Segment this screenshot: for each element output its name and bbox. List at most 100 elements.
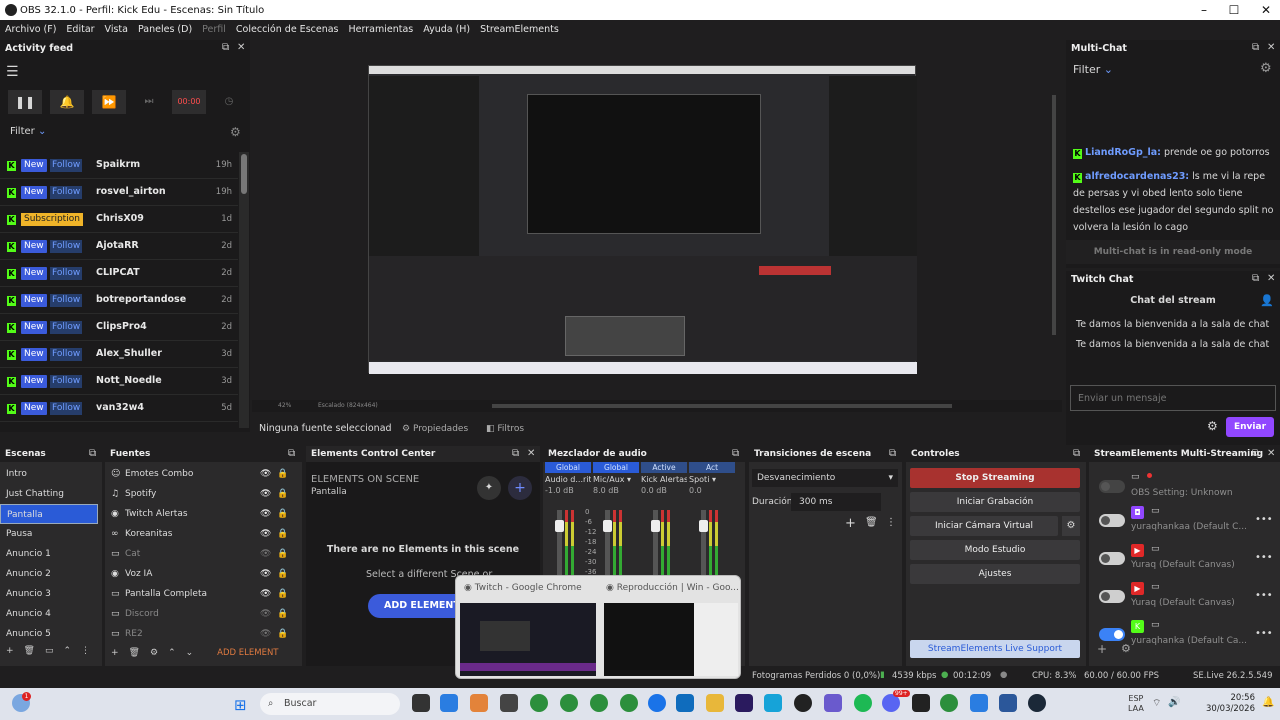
chrome-icon[interactable] [620,694,638,712]
lock-icon[interactable]: 🔒 [277,564,288,584]
pause-icon[interactable]: ❚❚ [8,90,42,114]
steam-icon[interactable] [1028,694,1046,712]
more-icon[interactable]: ••• [1255,552,1273,563]
maximize-icon[interactable]: ☐ [1218,0,1250,20]
gear-icon[interactable]: ⚙ [1121,642,1131,655]
scene-item[interactable]: Pausa [0,524,98,544]
visibility-eye-icon[interactable]: 👁 [260,624,271,644]
clock[interactable]: 20:56 30/03/2026 [1206,693,1255,715]
thumb-title-2[interactable]: ◉ Reproducción | Win - Goo... [606,583,739,593]
up-icon[interactable]: ⌃ [168,648,176,658]
preview-scrollbar[interactable] [1052,95,1056,335]
language-indicator[interactable]: ESP LAA [1128,694,1144,714]
more-icon[interactable]: ••• [1255,514,1273,525]
close-dock-icon[interactable]: ✕ [1267,273,1275,284]
app-icon[interactable] [824,694,842,712]
scrollbar[interactable] [239,152,249,428]
visibility-eye-icon[interactable]: 👁 [260,564,271,584]
hamburger-icon[interactable]: ☰ [6,64,19,80]
float-icon[interactable]: ⧉ [512,448,519,459]
lock-icon[interactable]: 🔒 [277,624,288,644]
add-icon[interactable]: + [1097,642,1107,656]
spotify-icon[interactable] [854,694,872,712]
windows-start-icon[interactable]: ⊞ [234,696,247,714]
menu-item[interactable]: Editar [66,24,94,35]
source-item[interactable]: ▭ RE2 👁 🔒 [105,624,302,644]
filter-dropdown[interactable]: Filter ⌄ [1073,63,1113,76]
source-item[interactable]: ♫ Spotify 👁 🔒 [105,484,302,504]
float-icon[interactable]: ⧉ [288,448,295,459]
scene-item[interactable]: Intro [0,464,98,484]
edge-icon[interactable] [440,694,458,712]
capcut-icon[interactable] [912,694,930,712]
source-item[interactable]: ▭ Pantalla Completa 👁 🔒 [105,584,302,604]
float-icon[interactable]: ⧉ [889,448,896,459]
scene-item[interactable]: Just Chatting [0,484,98,504]
feed-row[interactable]: K New Follow CLIPCAT 2d [0,260,238,287]
source-item[interactable]: ◉ Twitch Alertas 👁 🔒 [105,504,302,524]
obs-icon[interactable] [794,694,812,712]
add-icon[interactable]: + [508,476,532,500]
chrome-icon[interactable] [530,694,548,712]
close-icon[interactable]: ✕ [1250,0,1280,20]
more-icon[interactable]: ••• [1255,590,1273,601]
word-icon[interactable] [999,694,1017,712]
filters-button[interactable]: ◧ Filtros [486,421,536,437]
visibility-eye-icon[interactable]: 👁 [260,604,271,624]
more-icon[interactable]: ⋮ [81,646,90,660]
stop-streaming-button[interactable]: Stop Streaming [910,468,1080,488]
float-icon[interactable]: ⧉ [1252,42,1259,53]
menu-item[interactable]: Herramientas [349,24,414,35]
close-dock-icon[interactable]: ✕ [1267,448,1275,459]
filter-icon[interactable]: ▭ [45,646,54,660]
start-recording-button[interactable]: Iniciar Grabación [910,492,1080,512]
lock-icon[interactable]: 🔒 [277,524,288,544]
chrome-icon[interactable] [560,694,578,712]
skip-end-icon[interactable]: ⏭ [134,90,164,114]
scene-item[interactable]: Anuncio 2 [0,564,98,584]
feed-row[interactable]: K New Follow botreportandose 2d [0,287,238,314]
properties-button[interactable]: ⚙ Propiedades [402,421,472,437]
up-icon[interactable]: ⌃ [64,646,72,660]
stream-toggle[interactable] [1099,628,1125,641]
chrome-icon[interactable] [590,694,608,712]
history-icon[interactable]: ◷ [214,90,244,114]
gear-icon[interactable]: ⚙ [150,648,158,658]
vcam-settings-icon[interactable]: ⚙ [1062,516,1080,536]
app-icon[interactable] [500,694,518,712]
taskbar-search[interactable]: ⌕ Buscar [260,693,400,715]
trash-icon[interactable]: 🗑 [129,648,140,658]
scene-item[interactable]: Pantalla [0,504,98,524]
float-icon[interactable]: ⧉ [222,42,229,53]
minimize-icon[interactable]: – [1188,0,1220,20]
network-icon[interactable]: ⌔ [1152,697,1161,710]
outlook-icon[interactable] [676,694,694,712]
send-button[interactable]: Enviar [1226,417,1274,437]
feed-row[interactable]: K Subscription ChrisX09 1d [0,206,238,233]
visibility-eye-icon[interactable]: 👁 [260,484,271,504]
thumb-title-1[interactable]: ◉ Twitch - Google Chrome [464,583,582,593]
live-support-button[interactable]: StreamElements Live Support [910,640,1080,658]
chrome-icon[interactable] [940,694,958,712]
studio-mode-button[interactable]: Modo Estudio [910,540,1080,560]
source-item[interactable]: ▭ Cat 👁 🔒 [105,544,302,564]
add-element-link[interactable]: ADD ELEMENT [217,648,278,658]
skip-icon[interactable]: ⏩ [92,90,126,114]
feed-row[interactable]: K New Follow Nott_Noedle 3d [0,368,238,395]
menu-item[interactable]: Archivo (F) [5,24,56,35]
close-dock-icon[interactable]: ✕ [527,448,535,459]
menu-item[interactable]: Vista [105,24,128,35]
settings-gear-icon[interactable]: ⚙ [230,125,241,139]
app-icon[interactable] [648,694,666,712]
source-item[interactable]: ∞ Koreanitas 👁 🔒 [105,524,302,544]
feed-row[interactable]: K New Follow AjotaRR 2d [0,233,238,260]
users-icon[interactable]: 👤 [1260,294,1274,307]
stream-toggle[interactable] [1099,590,1125,603]
add-icon[interactable]: + [111,648,119,658]
scene-item[interactable]: Anuncio 4 [0,604,98,624]
stream-toggle[interactable] [1099,514,1125,527]
virtual-camera-button[interactable]: Iniciar Cámara Virtual [910,516,1058,536]
source-item[interactable]: ☺ Emotes Combo 👁 🔒 [105,464,302,484]
copilot-icon[interactable] [470,694,488,712]
float-icon[interactable]: ⧉ [1252,448,1259,459]
